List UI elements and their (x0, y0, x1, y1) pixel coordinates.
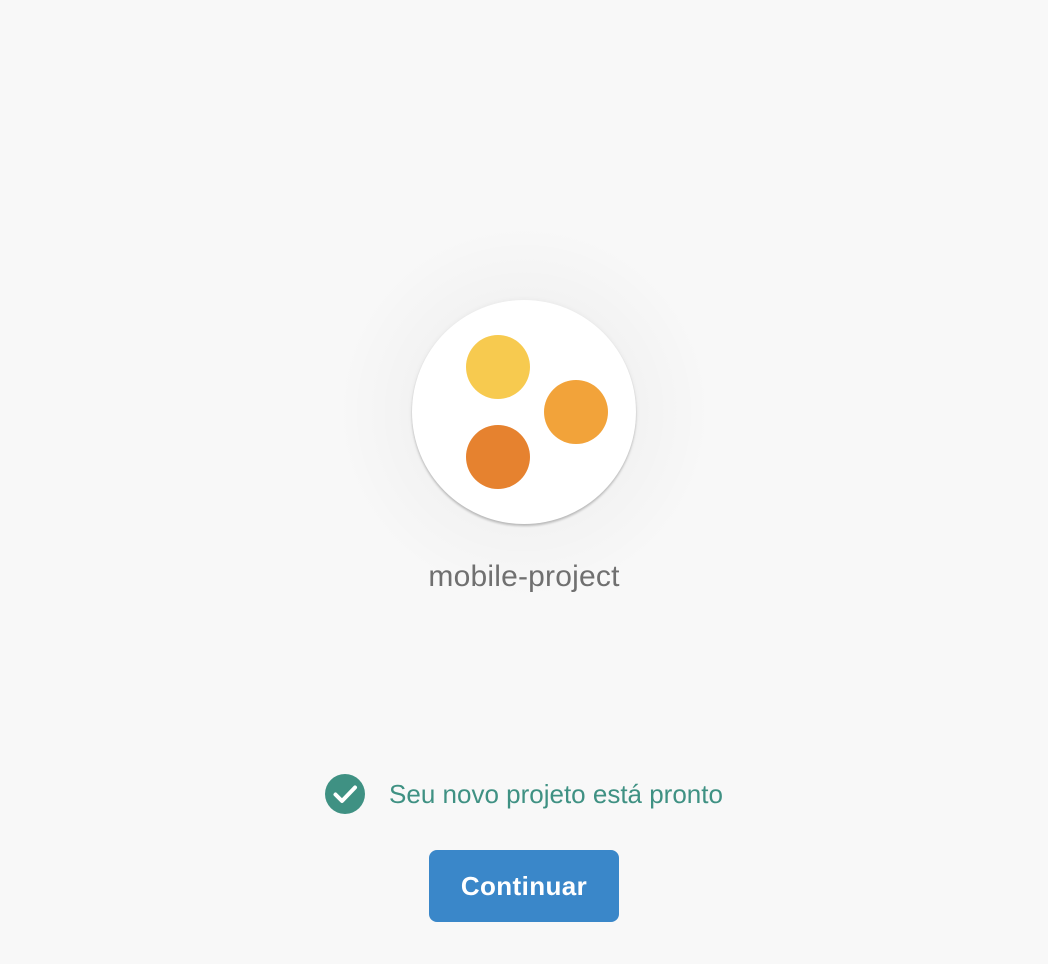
project-logo (412, 300, 636, 524)
project-ready-screen: mobile-project Seu novo projeto está pro… (0, 0, 1048, 964)
status-message-row: Seu novo projeto está pronto (0, 774, 1048, 814)
check-circle-icon (325, 774, 366, 814)
continue-button[interactable]: Continuar (429, 850, 619, 922)
logo-dot-dark-orange (466, 425, 530, 489)
logo-dot-yellow (466, 335, 530, 399)
logo-dot-orange (544, 380, 608, 444)
project-name: mobile-project (428, 560, 620, 593)
status-message: Seu novo projeto está pronto (389, 779, 723, 809)
